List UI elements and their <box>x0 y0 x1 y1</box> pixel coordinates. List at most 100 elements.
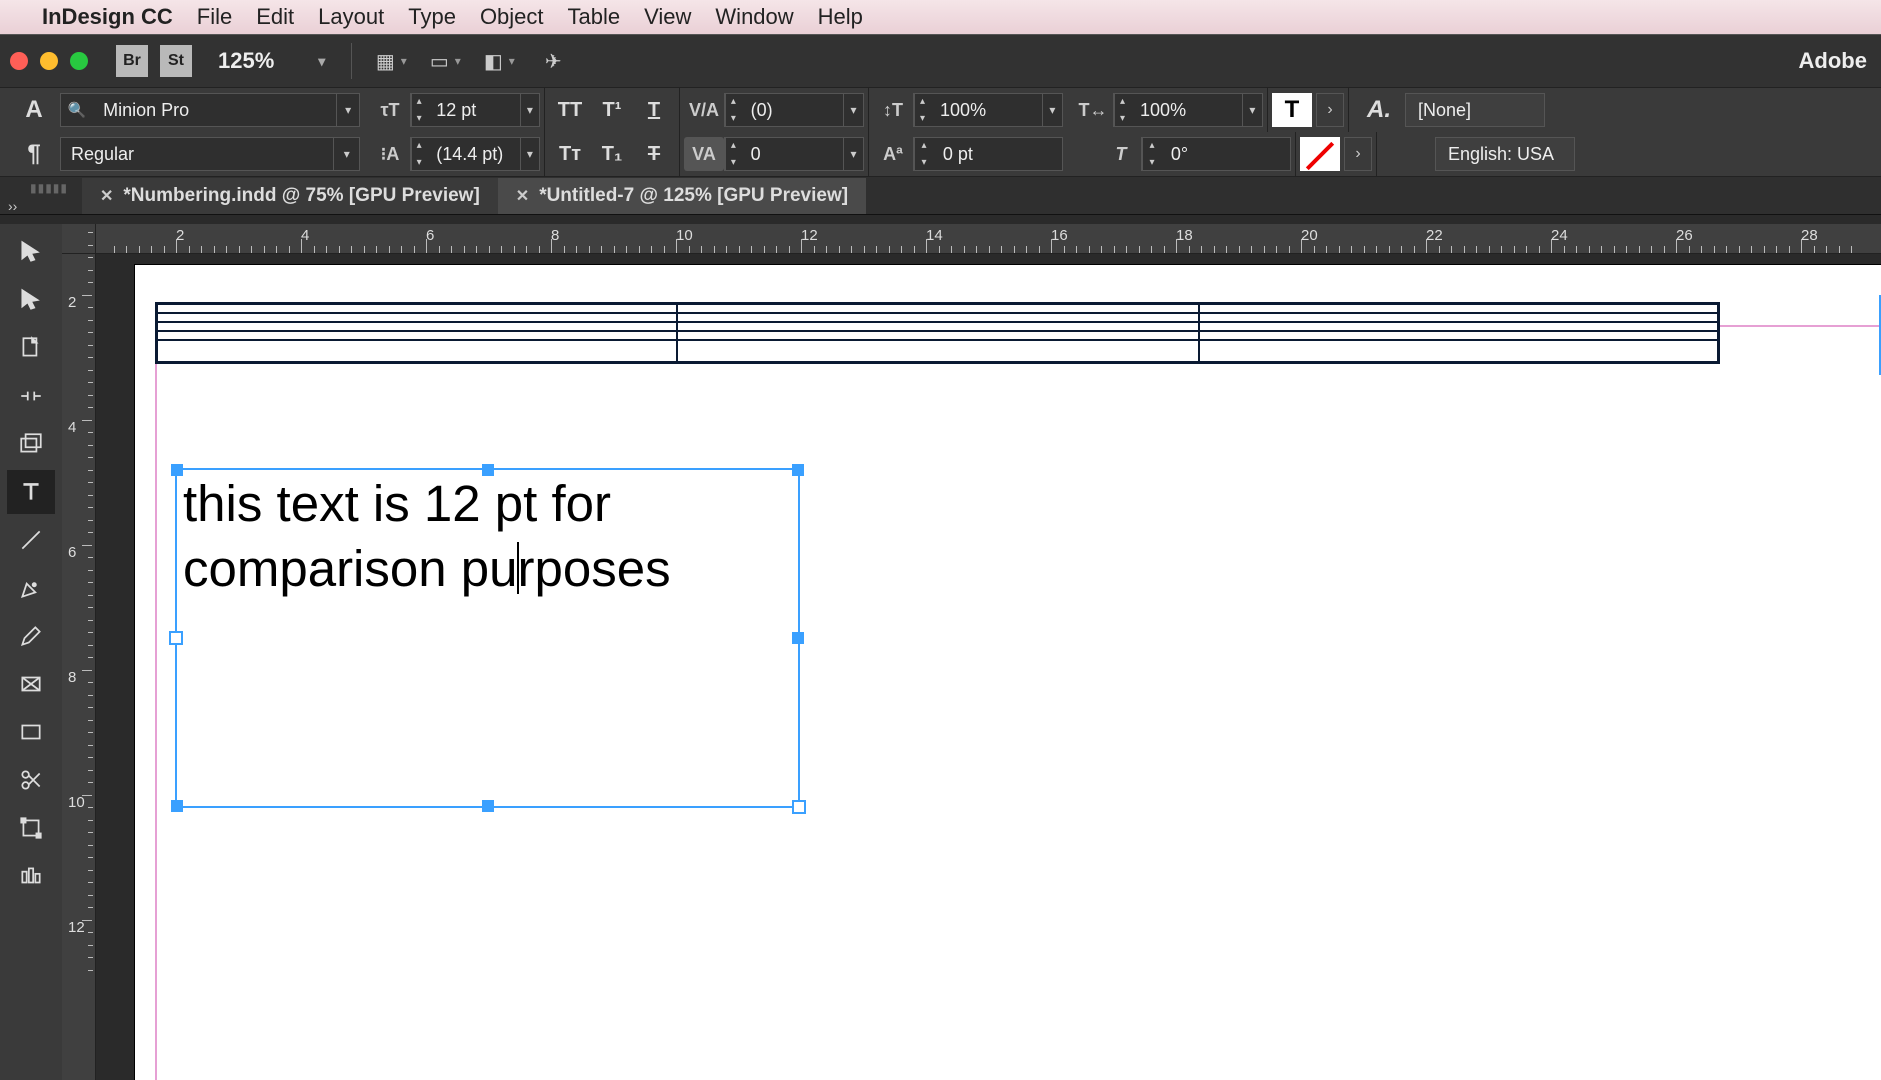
menu-help[interactable]: Help <box>818 4 863 30</box>
gap-tool[interactable] <box>7 374 55 418</box>
resize-handle[interactable] <box>482 800 494 812</box>
baseline-shift-stepper[interactable]: ▴▾ <box>914 137 933 171</box>
menu-edit[interactable]: Edit <box>256 4 294 30</box>
underline-button[interactable]: T <box>633 93 675 127</box>
chevron-down-icon[interactable]: ▾ <box>843 137 863 171</box>
chevron-down-icon[interactable]: ▾ <box>520 137 539 171</box>
leading-stepper[interactable]: ▴▾ <box>411 137 426 171</box>
bridge-button[interactable]: Br <box>116 45 148 77</box>
page-tool[interactable] <box>7 326 55 370</box>
content-collector-tool[interactable] <box>7 422 55 466</box>
pencil-tool[interactable] <box>7 614 55 658</box>
selection-tool[interactable] <box>7 230 55 274</box>
stroke-swatch[interactable] <box>1300 137 1340 171</box>
tracking-value[interactable]: 0 <box>741 144 843 165</box>
skew-stepper[interactable]: ▴▾ <box>1142 137 1161 171</box>
color-theme-tool[interactable] <box>7 854 55 898</box>
app-name[interactable]: InDesign CC <box>42 4 173 30</box>
zoom-level-select[interactable]: 125% ▾ <box>210 48 333 74</box>
language-select[interactable]: English: USA <box>1435 137 1575 171</box>
resize-handle[interactable] <box>171 800 183 812</box>
font-style-field[interactable]: ▾ <box>60 137 360 171</box>
document-tab[interactable]: ✕ *Untitled-7 @ 125% [GPU Preview] <box>498 178 866 214</box>
tracking-stepper[interactable]: ▴▾ <box>725 137 741 171</box>
character-style-select[interactable]: [None] <box>1405 93 1545 127</box>
font-size-stepper[interactable]: ▴▾ <box>411 93 426 127</box>
text-frame[interactable]: this text is 12 pt for comparison purpos… <box>175 468 800 808</box>
vertical-scale-stepper[interactable]: ▴▾ <box>914 93 930 127</box>
baseline-shift-value[interactable]: 0 pt <box>933 144 1062 165</box>
expand-stroke-button[interactable]: › <box>1344 137 1372 171</box>
horizontal-scale-field[interactable]: ▴▾ 100% ▾ <box>1113 93 1263 127</box>
page[interactable]: this text is 12 pt for comparison purpos… <box>134 264 1881 1080</box>
chevron-down-icon[interactable]: ▾ <box>1042 93 1062 127</box>
vertical-scale-value[interactable]: 100% <box>930 100 1042 121</box>
scissors-tool[interactable] <box>7 758 55 802</box>
gpu-performance-icon[interactable]: ✈ <box>532 45 574 77</box>
menu-layout[interactable]: Layout <box>318 4 384 30</box>
horizontal-ruler[interactable]: 246810121416182022242628 <box>96 224 1881 254</box>
zoom-window-button[interactable] <box>70 52 88 70</box>
pen-tool[interactable] <box>7 566 55 610</box>
leading-field[interactable]: ▴▾ (14.4 pt) ▾ <box>410 137 540 171</box>
baseline-shift-field[interactable]: ▴▾ 0 pt <box>913 137 1063 171</box>
table-frame[interactable] <box>155 302 1720 364</box>
out-port[interactable] <box>792 800 806 814</box>
line-tool[interactable] <box>7 518 55 562</box>
text-content[interactable]: this text is 12 pt for comparison purpos… <box>177 470 798 605</box>
all-caps-button[interactable]: TT <box>549 93 591 127</box>
superscript-button[interactable]: T¹ <box>591 93 633 127</box>
font-style-input[interactable] <box>61 144 333 165</box>
close-tab-icon[interactable]: ✕ <box>516 186 529 206</box>
screen-mode-icon[interactable]: ▭▾ <box>424 45 466 77</box>
menu-table[interactable]: Table <box>568 4 621 30</box>
resize-handle[interactable] <box>792 632 804 644</box>
close-tab-icon[interactable]: ✕ <box>100 186 113 206</box>
chevron-down-icon[interactable]: ▾ <box>336 93 359 127</box>
chevron-down-icon[interactable]: ▾ <box>1242 93 1262 127</box>
vertical-scale-field[interactable]: ▴▾ 100% ▾ <box>913 93 1063 127</box>
menu-file[interactable]: File <box>197 4 232 30</box>
character-formatting-icon[interactable]: A <box>8 96 60 124</box>
leading-value[interactable]: (14.4 pt) <box>426 144 519 165</box>
arrange-documents-icon[interactable]: ◧▾ <box>478 45 520 77</box>
font-family-field[interactable]: 🔍 ▾ <box>60 93 360 127</box>
kerning-field[interactable]: ▴▾ (0) ▾ <box>724 93 864 127</box>
resize-handle[interactable] <box>792 464 804 476</box>
ruler-origin[interactable] <box>62 224 96 254</box>
kerning-value[interactable]: (0) <box>741 100 843 121</box>
rectangle-frame-tool[interactable] <box>7 662 55 706</box>
vertical-ruler[interactable]: 24681012 <box>62 254 96 1080</box>
font-family-input[interactable] <box>93 100 336 121</box>
menu-object[interactable]: Object <box>480 4 544 30</box>
stock-button[interactable]: St <box>160 45 192 77</box>
free-transform-tool[interactable] <box>7 806 55 850</box>
horizontal-scale-stepper[interactable]: ▴▾ <box>1114 93 1130 127</box>
tracking-field[interactable]: ▴▾ 0 ▾ <box>724 137 864 171</box>
document-tab[interactable]: ✕ *Numbering.indd @ 75% [GPU Preview] <box>82 178 498 214</box>
minimize-window-button[interactable] <box>40 52 58 70</box>
chevron-down-icon[interactable]: ▾ <box>843 93 863 127</box>
close-window-button[interactable] <box>10 52 28 70</box>
menu-window[interactable]: Window <box>715 4 793 30</box>
resize-handle[interactable] <box>171 464 183 476</box>
chevron-down-icon[interactable]: ▾ <box>520 93 539 127</box>
font-size-value[interactable]: 12 pt <box>426 100 519 121</box>
chevron-down-icon[interactable]: ▾ <box>333 137 359 171</box>
expand-fill-button[interactable]: › <box>1316 93 1344 127</box>
in-port[interactable] <box>169 631 183 645</box>
font-size-field[interactable]: ▴▾ 12 pt ▾ <box>410 93 540 127</box>
paragraph-formatting-icon[interactable]: ¶ <box>8 140 60 168</box>
type-tool[interactable] <box>7 470 55 514</box>
expand-panels-icon[interactable]: ›› <box>8 198 17 214</box>
strikethrough-button[interactable]: T <box>633 137 675 171</box>
small-caps-button[interactable]: Tᴛ <box>549 137 591 171</box>
menu-type[interactable]: Type <box>408 4 456 30</box>
document-canvas[interactable]: this text is 12 pt for comparison purpos… <box>96 254 1881 1080</box>
horizontal-scale-value[interactable]: 100% <box>1130 100 1242 121</box>
skew-value[interactable]: 0° <box>1161 144 1290 165</box>
skew-field[interactable]: ▴▾ 0° <box>1141 137 1291 171</box>
menu-view[interactable]: View <box>644 4 691 30</box>
subscript-button[interactable]: T₁ <box>591 137 633 171</box>
drag-grip-icon[interactable]: ▮▮▮▮▮ <box>30 181 68 195</box>
